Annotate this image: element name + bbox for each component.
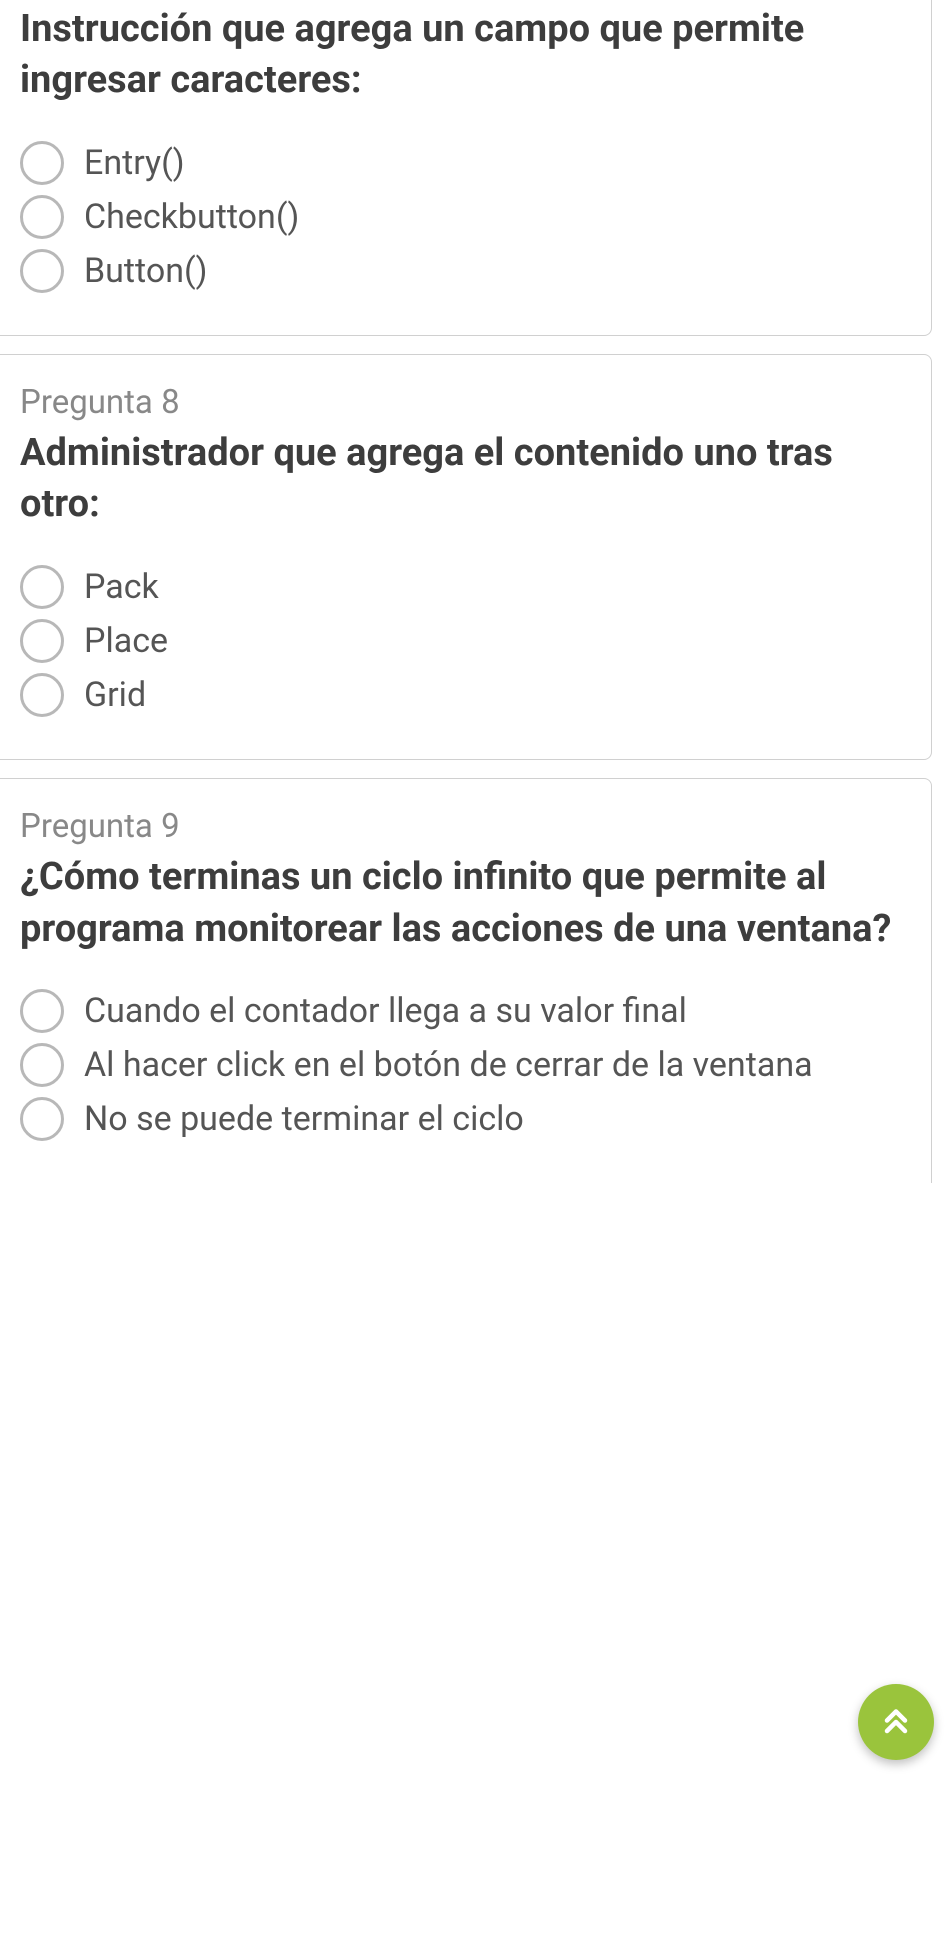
radio-icon[interactable] (20, 673, 64, 717)
radio-icon[interactable] (20, 1097, 64, 1141)
question-text: Instrucción que agrega un campo que perm… (20, 4, 907, 107)
option-row[interactable]: Cuando el contador llega a su valor fina… (20, 989, 907, 1033)
radio-icon[interactable] (20, 619, 64, 663)
option-label: Grid (84, 673, 146, 717)
option-label: Button() (84, 249, 207, 293)
option-row[interactable]: Entry() (20, 141, 907, 185)
option-row[interactable]: Place (20, 619, 907, 663)
option-label: No se puede terminar el ciclo (84, 1097, 524, 1141)
radio-icon[interactable] (20, 1043, 64, 1087)
radio-icon[interactable] (20, 141, 64, 185)
option-label: Entry() (84, 141, 185, 185)
question-card: Instrucción que agrega un campo que perm… (0, 0, 932, 336)
scroll-to-top-button[interactable] (858, 1684, 934, 1760)
option-row[interactable]: Al hacer click en el botón de cerrar de … (20, 1043, 907, 1087)
question-text: ¿Cómo terminas un ciclo infinito que per… (20, 852, 907, 955)
radio-icon[interactable] (20, 565, 64, 609)
option-row[interactable]: Grid (20, 673, 907, 717)
option-label: Checkbutton() (84, 195, 299, 239)
option-label: Pack (84, 565, 159, 609)
radio-icon[interactable] (20, 989, 64, 1033)
option-label: Cuando el contador llega a su valor fina… (84, 989, 687, 1033)
option-label: Place (84, 619, 168, 663)
question-card: Pregunta 9 ¿Cómo terminas un ciclo infin… (0, 778, 932, 1183)
question-number-label: Pregunta 8 (20, 383, 907, 422)
question-card: Pregunta 8 Administrador que agrega el c… (0, 354, 932, 760)
option-row[interactable]: No se puede terminar el ciclo (20, 1097, 907, 1141)
radio-icon[interactable] (20, 195, 64, 239)
option-row[interactable]: Button() (20, 249, 907, 293)
question-text: Administrador que agrega el contenido un… (20, 428, 907, 531)
option-row[interactable]: Pack (20, 565, 907, 609)
double-chevron-up-icon (878, 1704, 914, 1740)
radio-icon[interactable] (20, 249, 64, 293)
question-number-label: Pregunta 9 (20, 807, 907, 846)
option-row[interactable]: Checkbutton() (20, 195, 907, 239)
option-label: Al hacer click en el botón de cerrar de … (84, 1043, 813, 1087)
